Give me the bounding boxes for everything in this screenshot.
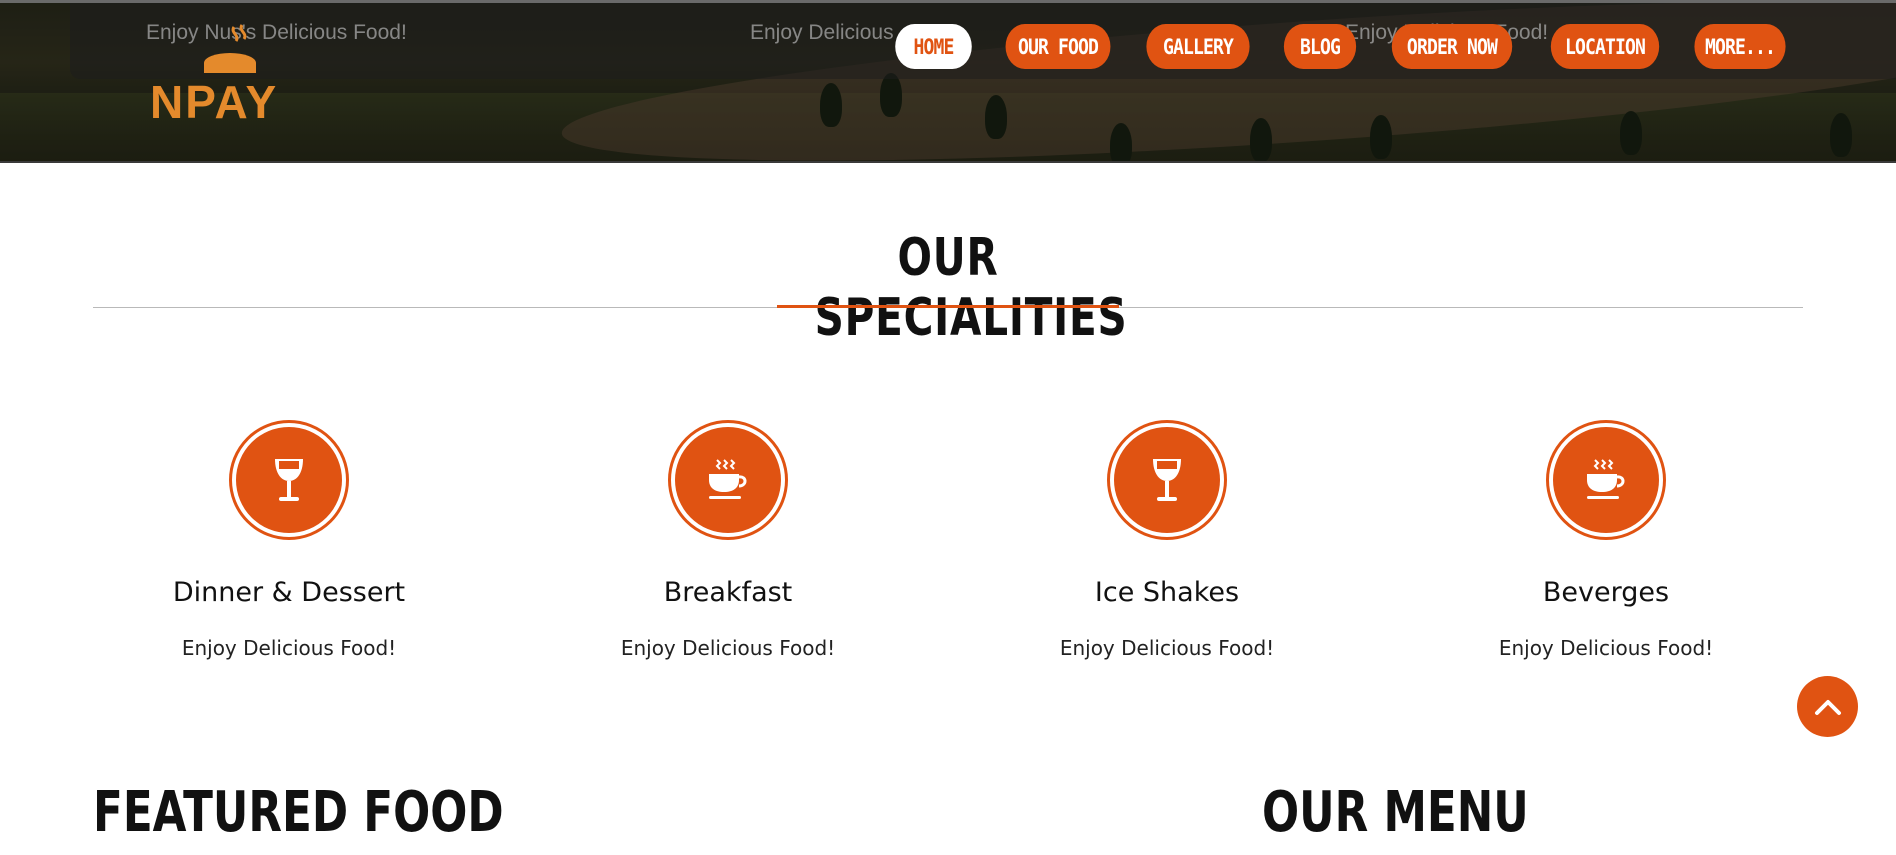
nav-order-now[interactable]: ORDER NOW <box>1391 24 1513 69</box>
nav-more[interactable]: MORE... <box>1694 24 1786 69</box>
coffee-cup-icon <box>709 459 747 499</box>
speciality-icon-circle <box>229 420 349 540</box>
nav-location[interactable]: LOCATION <box>1550 24 1660 69</box>
speciality-title: Ice Shakes <box>1094 577 1240 608</box>
wine-glass-icon <box>275 459 303 501</box>
speciality-text: Enjoy Delicious Food! <box>620 636 836 660</box>
speciality-title: Beverges <box>1542 577 1670 608</box>
nav-gallery[interactable]: GALLERY <box>1146 24 1250 69</box>
title-underline <box>777 305 1119 308</box>
our-menu-title: OUR MENU <box>1262 780 1529 845</box>
wine-glass-icon <box>1153 459 1181 501</box>
speciality-text: Enjoy Delicious Food! <box>1498 636 1714 660</box>
specialities-title: OUR SPECIALITIES <box>814 228 1128 348</box>
nav-our-food[interactable]: OUR FOOD <box>1005 24 1111 69</box>
nav-home[interactable]: HOME <box>895 24 972 69</box>
coffee-cup-icon <box>1587 459 1625 499</box>
speciality-text: Enjoy Delicious Food! <box>181 636 397 660</box>
scroll-to-top-button[interactable] <box>1797 676 1858 737</box>
speciality-icon-circle <box>1546 420 1666 540</box>
carousel-caption: Enjoy Delicious <box>750 21 894 44</box>
nav-blog[interactable]: BLOG <box>1283 24 1357 69</box>
chevron-up-icon <box>1814 699 1841 715</box>
speciality-icon-circle <box>668 420 788 540</box>
featured-food-title: FEATURED FOOD <box>93 780 504 845</box>
logo-text: NPAY <box>150 76 279 128</box>
speciality-title: Dinner & Dessert <box>172 577 406 608</box>
site-logo[interactable]: NPAY <box>150 23 330 133</box>
speciality-text: Enjoy Delicious Food! <box>1059 636 1275 660</box>
speciality-title: Breakfast <box>663 577 793 608</box>
speciality-icon-circle <box>1107 420 1227 540</box>
bread-icon <box>204 24 256 73</box>
